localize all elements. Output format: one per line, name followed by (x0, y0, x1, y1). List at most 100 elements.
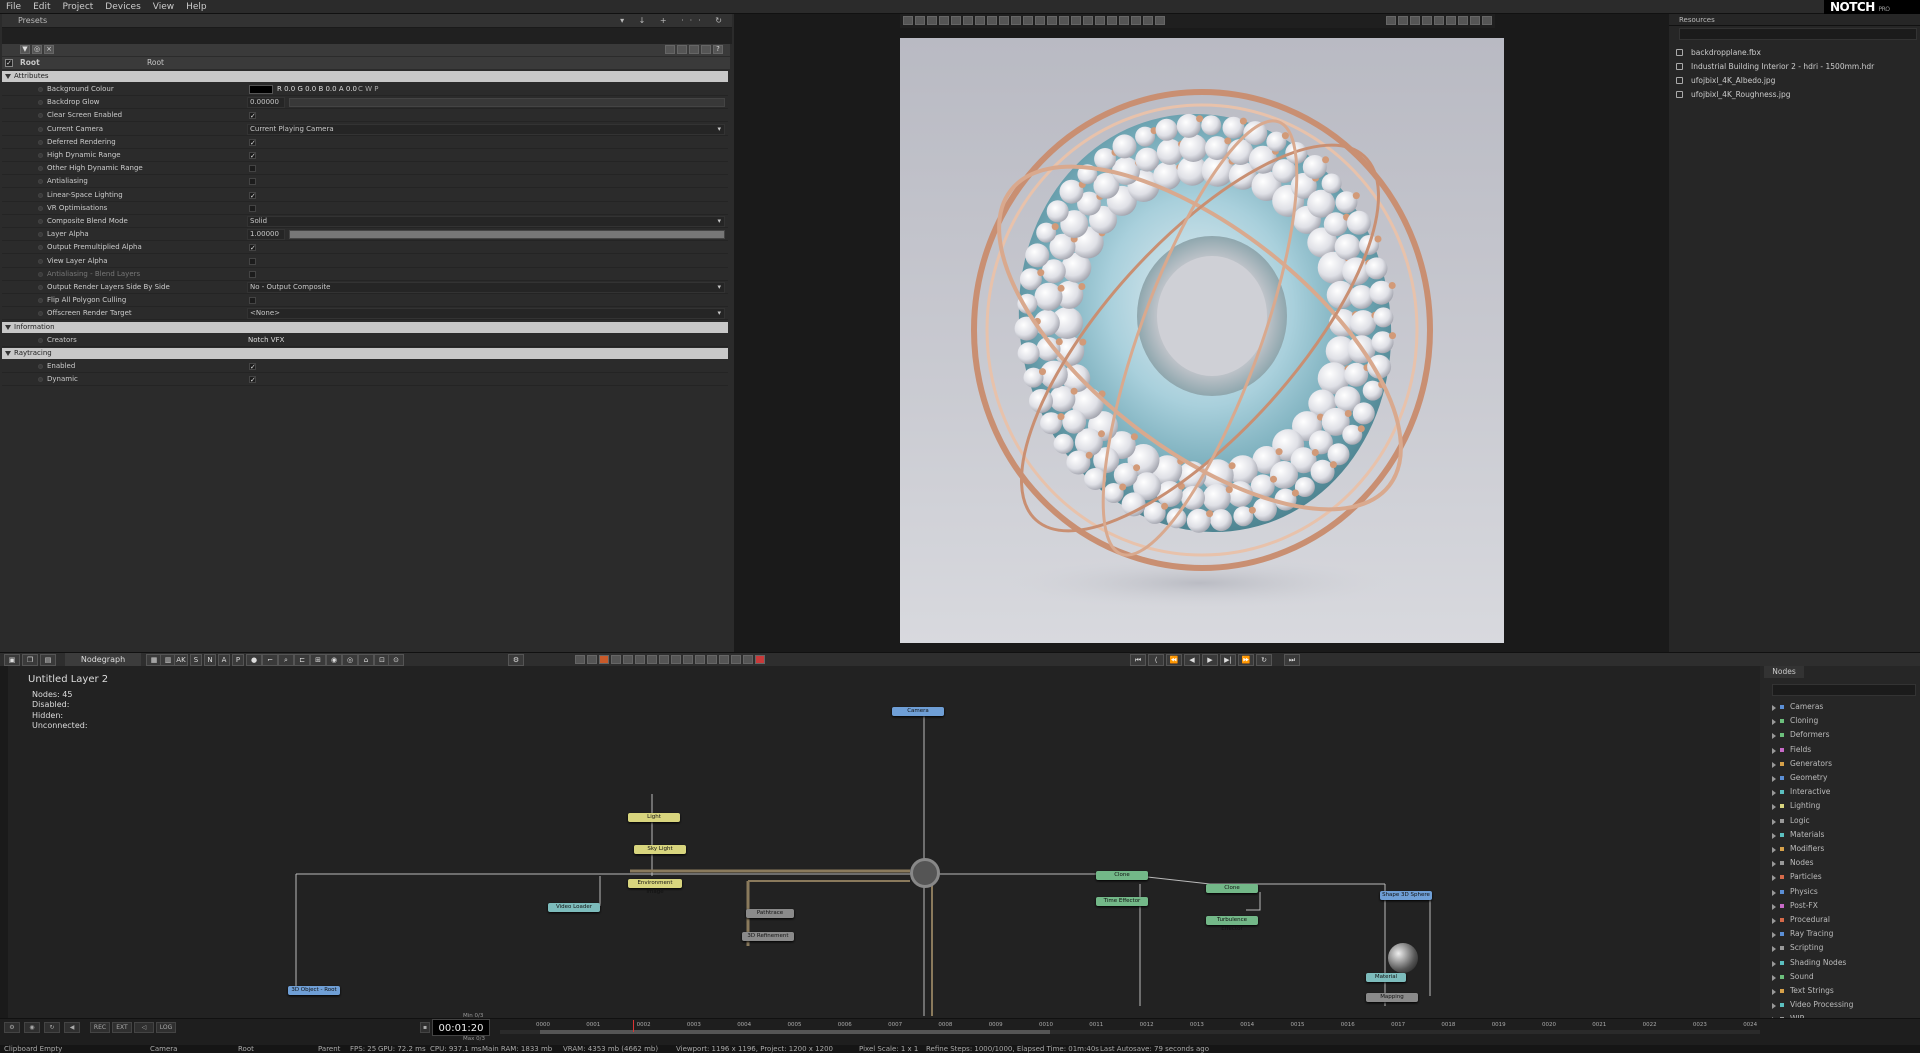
keyframe-dot-icon[interactable] (38, 377, 43, 382)
keyframe-dot-icon[interactable] (38, 100, 43, 106)
palette-category-fields[interactable]: Fields (1760, 743, 1920, 757)
home-icon[interactable]: ⌂ (358, 654, 374, 666)
node-3d-object-root[interactable]: 3D Object - Root (288, 986, 340, 995)
fast-forward-icon[interactable]: ⏩ (1238, 654, 1254, 666)
palette-category-procedural[interactable]: Procedural (1760, 913, 1920, 927)
target-icon[interactable]: ◎ (32, 45, 42, 54)
go-end-icon[interactable]: ⏭ (1284, 654, 1300, 666)
node-light[interactable]: Light (628, 813, 680, 822)
clear-icon[interactable]: × (44, 45, 54, 54)
viewport-tools-icon[interactable] (902, 15, 1166, 26)
settings-gear-icon[interactable]: ⚙ (4, 1022, 20, 1033)
resource-item[interactable]: ufojbixl_4K_Albedo.jpg (1673, 74, 1919, 87)
attr-dropdown[interactable]: <None> ▾ (247, 308, 725, 320)
timecode-display[interactable]: 00:01:20 (432, 1019, 490, 1036)
resources-search-input[interactable] (1679, 28, 1917, 40)
palette-category-video-processing[interactable]: Video Processing (1760, 998, 1920, 1012)
node-turbulence-effector[interactable]: Turbulence Effector (1206, 916, 1258, 932)
refresh-icon[interactable]: ↻ (44, 1022, 60, 1033)
settings-gear-icon[interactable]: ⚙ (508, 654, 524, 666)
toolbar-letter-n[interactable]: N (204, 654, 216, 666)
attr-checkbox[interactable] (249, 165, 256, 173)
play-icon[interactable]: ▶ (1202, 654, 1218, 666)
panel-actions-icon[interactable]: ? (664, 44, 724, 55)
attr-checkbox[interactable]: ✓ (249, 244, 256, 252)
palette-category-particles[interactable]: Particles (1760, 870, 1920, 884)
palette-category-lighting[interactable]: Lighting (1760, 799, 1920, 813)
attr-dropdown[interactable]: No - Output Composite ▾ (247, 282, 725, 293)
back-icon[interactable]: ◀ (64, 1022, 80, 1033)
node-mapping[interactable]: Mapping (1366, 993, 1418, 1002)
toolbar-letter-s[interactable]: S (190, 654, 202, 666)
palette-search-input[interactable] (1772, 684, 1916, 696)
layout-icon[interactable]: ⊏ (294, 654, 310, 666)
save-icon[interactable]: ▤ (40, 654, 56, 666)
menu-file[interactable]: File (0, 0, 27, 14)
attr-checkbox[interactable] (249, 297, 256, 305)
root-row[interactable]: ✓ Root Root (2, 57, 730, 69)
node-3d-refinement[interactable]: 3D Refinement (742, 932, 794, 941)
node-pathtrace[interactable]: Pathtrace (746, 909, 794, 918)
toolbar-letter-ak[interactable]: AK (174, 654, 188, 666)
menu-edit[interactable]: Edit (27, 0, 56, 14)
menu-devices[interactable]: Devices (99, 0, 146, 14)
menu-help[interactable]: Help (180, 0, 213, 14)
keyframe-dot-icon[interactable] (38, 153, 43, 158)
eye-icon[interactable]: ◎ (342, 654, 358, 666)
menu-view[interactable]: View (147, 0, 180, 14)
attr-checkbox[interactable]: ✓ (249, 152, 256, 160)
filter-icon[interactable]: ▼ (20, 45, 30, 54)
palette-category-logic[interactable]: Logic (1760, 814, 1920, 828)
palette-category-scripting[interactable]: Scripting (1760, 941, 1920, 955)
step-forward-icon[interactable]: ▶| (1220, 654, 1236, 666)
keyframe-dot-icon[interactable] (38, 232, 43, 238)
keyframe-dot-icon[interactable] (38, 245, 43, 251)
palette-category-interactive[interactable]: Interactive (1760, 785, 1920, 799)
search-icon[interactable]: ⌕ (278, 654, 294, 666)
viewport-view-icons[interactable] (1385, 15, 1493, 26)
camera-icon[interactable]: ◉ (24, 1022, 40, 1033)
palette-category-sound[interactable]: Sound (1760, 970, 1920, 984)
resource-item[interactable]: ufojbixl_4K_Roughness.jpg (1673, 88, 1919, 101)
keyframe-dot-icon[interactable] (38, 192, 43, 198)
node-material[interactable]: Material (1366, 973, 1406, 982)
attr-dropdown[interactable]: Solid ▾ (247, 216, 725, 227)
palette-category-modifiers[interactable]: Modifiers (1760, 842, 1920, 856)
record-icon[interactable]: ● (246, 654, 262, 666)
snap-icon[interactable]: ⊞ (310, 654, 326, 666)
new-layer-icon[interactable]: ▣ (4, 654, 20, 666)
attr-checkbox[interactable] (249, 178, 256, 186)
rec-button[interactable]: REC (90, 1022, 110, 1033)
node-time-effector[interactable]: Time Effector (1096, 897, 1148, 906)
palette-category-nodes[interactable]: Nodes (1760, 856, 1920, 870)
node-camera[interactable]: Camera (892, 707, 944, 716)
keyframe-dot-icon[interactable] (38, 166, 43, 172)
render-mode-icons[interactable] (574, 654, 766, 665)
ext-button[interactable]: EXT (112, 1022, 132, 1033)
attr-checkbox[interactable] (249, 257, 256, 265)
keyframe-dot-icon[interactable] (38, 364, 43, 369)
colour-mode-buttons[interactable]: C W P (358, 83, 378, 96)
log-button[interactable]: LOG (156, 1022, 176, 1033)
root-enable-checkbox[interactable]: ✓ (5, 59, 13, 67)
section-raytracing[interactable]: Raytracing (2, 348, 728, 359)
root-hub-gear-icon[interactable] (910, 858, 940, 888)
timeline-range-bar[interactable] (540, 1030, 1050, 1034)
attr-checkbox[interactable]: ✓ (249, 138, 256, 146)
node-sky-light[interactable]: Sky Light (634, 845, 686, 854)
menu-project[interactable]: Project (57, 0, 100, 14)
keyframe-dot-icon[interactable] (38, 87, 43, 92)
attr-checkbox[interactable] (249, 270, 256, 278)
lock-icon[interactable]: ▪ (420, 1022, 430, 1033)
keyframe-dot-icon[interactable] (38, 126, 43, 132)
palette-category-post-fx[interactable]: Post-FX (1760, 899, 1920, 913)
keyframe-dot-icon[interactable] (38, 298, 43, 304)
cursor-icon[interactable]: ⊙ (388, 654, 404, 666)
keyframe-dot-icon[interactable] (38, 205, 43, 211)
toolbar-letter-a[interactable]: A (218, 654, 230, 666)
keyframe-dot-icon[interactable] (38, 271, 43, 277)
view-icon[interactable]: ◉ (326, 654, 342, 666)
copy-icon[interactable]: ❐ (22, 654, 38, 666)
palette-category-geometry[interactable]: Geometry (1760, 771, 1920, 785)
tab-nodes[interactable]: Nodes (1764, 666, 1804, 678)
